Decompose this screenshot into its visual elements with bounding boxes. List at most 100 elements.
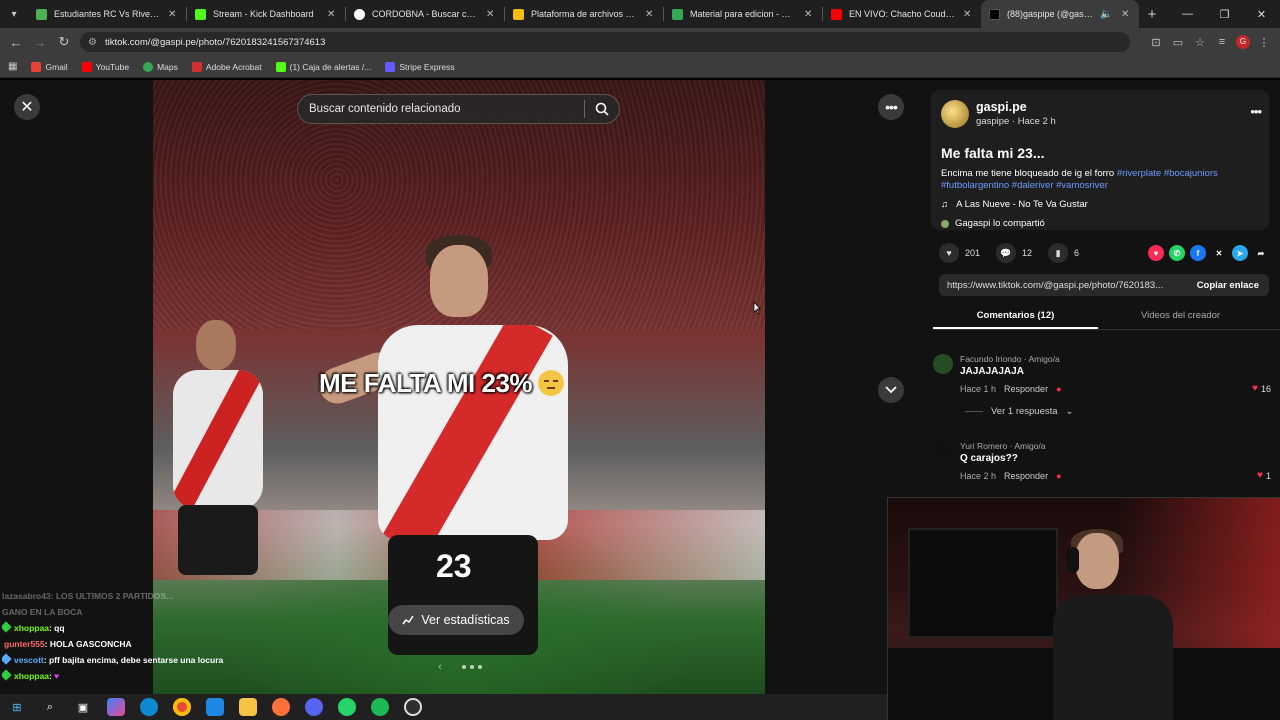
task-view-icon[interactable]: ▣ [74, 698, 92, 716]
view-replies-button[interactable]: Ver 1 respuesta ⌄ [965, 406, 1074, 417]
related-search-input[interactable] [298, 103, 584, 115]
chat-user: vescott [14, 655, 44, 665]
gmail-icon [31, 61, 42, 72]
media-control-icon[interactable]: ≡ [1214, 36, 1230, 48]
file-explorer-icon[interactable] [239, 698, 257, 716]
cast-icon[interactable]: ▭ [1170, 36, 1186, 49]
edge-icon[interactable] [140, 698, 158, 716]
chat-user: gunter555 [4, 639, 45, 649]
comment-like-button[interactable]: ♥ 1 [1257, 470, 1271, 481]
discord-icon[interactable] [305, 698, 323, 716]
whatsapp-icon[interactable]: ✆ [1169, 245, 1185, 261]
carousel-prev-icon[interactable]: ‹ [438, 661, 442, 673]
store-icon[interactable] [206, 698, 224, 716]
like-button[interactable]: ♥ 201 [939, 243, 980, 263]
close-tab-icon[interactable]: ✕ [168, 9, 178, 20]
translate-icon[interactable]: ⊡ [1148, 36, 1164, 49]
close-tab-icon[interactable]: ✕ [645, 9, 655, 20]
more-options-button[interactable]: ••• [878, 94, 904, 120]
restore-icon[interactable]: ❐ [1206, 8, 1243, 21]
post-link[interactable]: https://www.tiktok.com/@gaspi.pe/photo/7… [939, 280, 1187, 291]
comment-like-button[interactable]: ♥ 16 [1252, 383, 1271, 394]
photo-carousel-indicator[interactable]: ‹ [410, 660, 510, 674]
hashtag-link[interactable]: #daleriver [1012, 180, 1054, 191]
browser-tab-active[interactable]: (88)gaspipe (@gaspi.pe) | Ti 🔈 ✕ [981, 0, 1139, 28]
whatsapp-icon[interactable] [338, 698, 356, 716]
close-tab-icon[interactable]: ✕ [804, 9, 814, 20]
bookmark-star-icon[interactable]: ☆ [1192, 36, 1208, 49]
bookmark-acrobat[interactable]: Adobe Acrobat [191, 61, 262, 72]
search-icon[interactable] [585, 102, 619, 116]
windows-start-icon[interactable]: ⊞ [8, 698, 26, 716]
hashtag-link[interactable]: #futbolargentino [941, 180, 1009, 191]
post-more-icon[interactable]: ••• [1250, 104, 1262, 119]
comment-time: Hace 2 h [960, 471, 997, 481]
reply-button[interactable]: Responder [1004, 384, 1048, 394]
browser-tab[interactable]: Material para edicion - Google ✕ [664, 0, 822, 28]
browser-tab[interactable]: EN VIVO: Chacho Coudet habl ✕ [823, 0, 981, 28]
background-monitor [908, 528, 1058, 638]
close-tab-icon[interactable]: ✕ [486, 9, 496, 20]
next-post-button[interactable] [878, 377, 904, 403]
close-viewer-button[interactable]: ✕ [14, 94, 40, 120]
commenter-name[interactable]: Yuri Romero · Amigo/a [960, 441, 1046, 451]
bookmark-alerts[interactable]: (1) Caja de alertas /... [275, 61, 371, 72]
view-stats-button[interactable]: Ver estadísticas [388, 605, 524, 635]
browser-tab[interactable]: Plataforma de archivos compa ✕ [505, 0, 663, 28]
tab-title: CORDOBNA - Buscar con Goog [372, 9, 479, 19]
bookmark-youtube[interactable]: YouTube [81, 61, 129, 72]
address-bar[interactable]: ⚙ tiktok.com/@gaspi.pe/photo/76201832415… [80, 32, 1130, 52]
tab-creator-videos[interactable]: Videos del creador [1098, 306, 1263, 329]
browser-tab[interactable]: Estudiantes RC Vs River Plate - ✕ [28, 0, 186, 28]
close-tab-icon[interactable]: ✕ [327, 9, 337, 20]
firefox-icon[interactable] [272, 698, 290, 716]
author-avatar[interactable] [941, 100, 969, 128]
audio-icon[interactable]: 🔈 [1100, 9, 1114, 20]
close-tab-icon[interactable]: ✕ [963, 9, 973, 20]
facebook-icon[interactable]: f [1190, 245, 1206, 261]
bookmark-stripe[interactable]: Stripe Express [385, 61, 455, 72]
browser-tab[interactable]: CORDOBNA - Buscar con Goog ✕ [346, 0, 504, 28]
profile-avatar[interactable]: G [1236, 35, 1250, 49]
forward-icon[interactable]: → [28, 35, 52, 50]
search-icon[interactable]: ⌕ [41, 698, 59, 716]
hashtag-link[interactable]: #riverplate [1117, 168, 1161, 179]
new-tab-button[interactable]: + [1139, 6, 1165, 23]
x-icon[interactable]: ✕ [1211, 245, 1227, 261]
commenter-avatar[interactable] [933, 441, 953, 461]
spotify-icon[interactable] [371, 698, 389, 716]
chrome-icon[interactable] [173, 698, 191, 716]
related-search-bar[interactable] [297, 94, 620, 124]
obs-icon[interactable] [404, 698, 422, 716]
repost-icon[interactable]: ▾ [1148, 245, 1164, 261]
site-info-icon[interactable]: ⚙ [88, 37, 97, 48]
commenter-avatar[interactable] [933, 354, 953, 374]
close-tab-icon[interactable]: ✕ [1121, 9, 1131, 20]
back-icon[interactable]: ← [4, 35, 28, 50]
hashtag-link[interactable]: #bocajuniors [1164, 168, 1218, 179]
apps-grid-icon[interactable]: ▦ [8, 61, 17, 72]
bookmark-gmail[interactable]: Gmail [31, 61, 68, 72]
bookmark-maps[interactable]: Maps [143, 61, 178, 72]
menu-kebab-icon[interactable]: ⋮ [1256, 36, 1272, 49]
copilot-icon[interactable] [107, 698, 125, 716]
comment-button[interactable]: 💬 12 [996, 243, 1032, 263]
copy-link-button[interactable]: Copiar enlace [1187, 280, 1269, 291]
close-window-icon[interactable]: ✕ [1243, 8, 1280, 21]
share-arrow-icon[interactable]: ➦ [1253, 245, 1269, 261]
comment-text: JAJAJAJAJA [960, 366, 1024, 377]
reload-icon[interactable]: ↻ [52, 34, 76, 50]
stripe-icon [385, 61, 396, 72]
telegram-icon[interactable]: ➤ [1232, 245, 1248, 261]
minimize-icon[interactable]: — [1169, 8, 1206, 21]
tab-comments[interactable]: Comentarios (12) [933, 306, 1098, 329]
browser-tab[interactable]: Stream - Kick Dashboard ✕ [187, 0, 345, 28]
share-icons: ▾ ✆ f ✕ ➤ ➦ [1148, 245, 1269, 261]
save-button[interactable]: ▮ 6 [1048, 243, 1079, 263]
commenter-name[interactable]: Facundo Iriondo · Amigo/a [960, 354, 1060, 364]
author-display-name[interactable]: gaspi.pe [976, 100, 1027, 114]
tab-search-button[interactable]: ▾ [0, 0, 28, 28]
music-link[interactable]: ♫ A Las Nueve - No Te Va Gustar [941, 199, 1088, 210]
hashtag-link[interactable]: #vamosriver [1056, 180, 1108, 191]
reply-button[interactable]: Responder [1004, 471, 1048, 481]
